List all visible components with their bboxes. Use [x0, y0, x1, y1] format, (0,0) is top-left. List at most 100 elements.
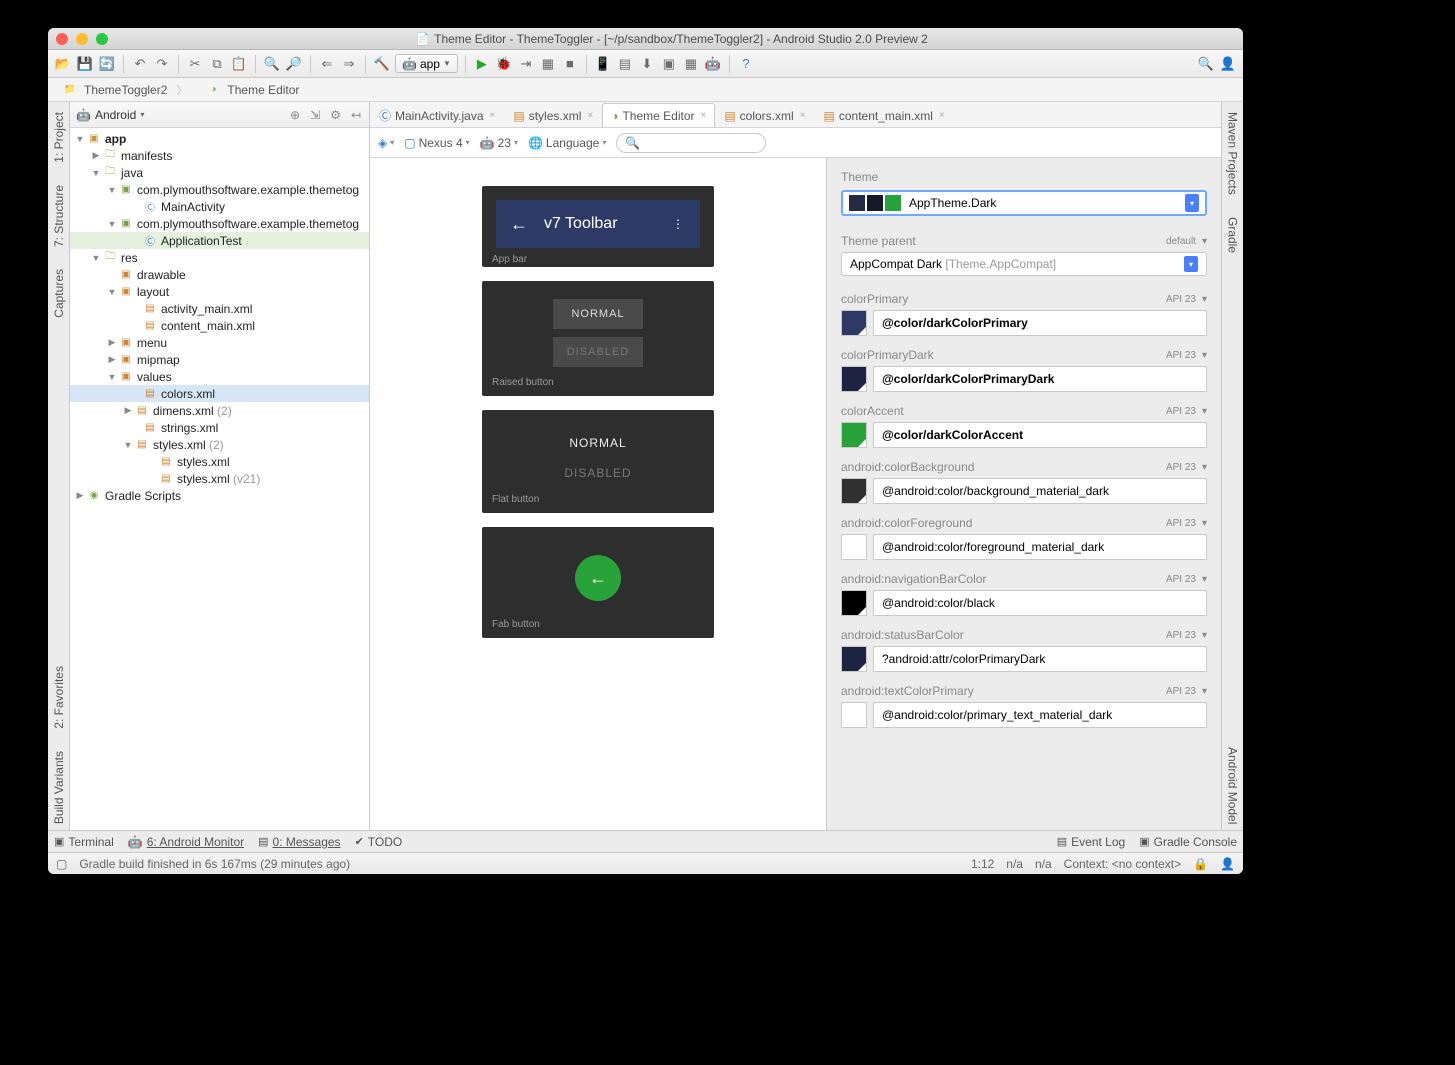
editor-tab[interactable]: ▤content_main.xml×: [815, 103, 954, 127]
paste-icon[interactable]: 📋: [230, 55, 248, 73]
close-icon[interactable]: ×: [700, 110, 706, 121]
build-icon[interactable]: 🔨: [373, 55, 391, 73]
hector-icon[interactable]: 👤: [1220, 857, 1235, 871]
find-icon[interactable]: 🔍: [263, 55, 281, 73]
tab-android-model[interactable]: Android Model: [1224, 741, 1242, 830]
theme-attribute-row: android:colorBackgroundAPI 23▾@android:c…: [841, 460, 1207, 504]
color-swatch[interactable]: [841, 590, 867, 616]
close-icon[interactable]: ×: [800, 110, 806, 121]
color-swatch[interactable]: [841, 646, 867, 672]
color-swatch[interactable]: [841, 702, 867, 728]
save-icon[interactable]: 💾: [76, 55, 94, 73]
close-icon[interactable]: ×: [939, 110, 945, 121]
chevron-down-icon[interactable]: ▾: [1202, 574, 1207, 585]
target-icon[interactable]: ⊕: [290, 108, 300, 122]
open-icon[interactable]: 📂: [54, 55, 72, 73]
user-icon[interactable]: 👤: [1219, 55, 1237, 73]
sdk-icon[interactable]: ▤: [616, 55, 634, 73]
chevron-down-icon[interactable]: ▾: [1202, 406, 1207, 417]
color-swatch[interactable]: [841, 310, 867, 336]
run-icon[interactable]: ▶: [473, 55, 491, 73]
device-selector[interactable]: ▢Nexus 4▾: [404, 136, 469, 150]
attr-value-input[interactable]: ?android:attr/colorPrimaryDark: [873, 646, 1207, 672]
file-icon: ▤: [724, 109, 735, 123]
help-icon[interactable]: ?: [737, 55, 755, 73]
view-selector[interactable]: 🤖Android ▾: [76, 108, 144, 122]
crumb-project[interactable]: 📁ThemeToggler2: [54, 80, 195, 100]
close-window-button[interactable]: [56, 33, 68, 45]
preview-search[interactable]: 🔍: [616, 133, 766, 153]
attr-value-input[interactable]: @android:color/foreground_material_dark: [873, 534, 1207, 560]
tab-terminal[interactable]: ▣ Terminal: [54, 835, 114, 849]
tab-gradle-console[interactable]: ▣ Gradle Console: [1139, 835, 1237, 849]
chevron-down-icon[interactable]: ▾: [1202, 462, 1207, 473]
attr-value-input[interactable]: @color/darkColorAccent: [873, 422, 1207, 448]
search-icon[interactable]: 🔍: [1197, 55, 1215, 73]
attach-icon[interactable]: ⇥: [517, 55, 535, 73]
run-target-selector[interactable]: 🤖 app ▼: [395, 54, 458, 73]
debug-icon[interactable]: 🐞: [495, 55, 513, 73]
forward-icon[interactable]: ⇒: [340, 55, 358, 73]
project-tree[interactable]: ▼▣app ▶🗀manifests ▼🗀java ▼▣com.plymouths…: [70, 128, 369, 830]
color-swatch[interactable]: [841, 478, 867, 504]
editor-tab[interactable]: ⒸMainActivity.java×: [370, 103, 504, 127]
ddms-icon[interactable]: ⬇: [638, 55, 656, 73]
tab-messages[interactable]: ▤ 0: Messages: [258, 835, 340, 849]
lock-icon[interactable]: 🔒: [1193, 857, 1208, 871]
cut-icon[interactable]: ✂: [186, 55, 204, 73]
avd-icon[interactable]: 📱: [594, 55, 612, 73]
color-swatch[interactable]: [841, 534, 867, 560]
replace-icon[interactable]: 🔎: [285, 55, 303, 73]
stop-icon[interactable]: ■: [561, 55, 579, 73]
chevron-down-icon[interactable]: ▾: [1202, 294, 1207, 305]
chevron-down-icon[interactable]: ▾: [1202, 518, 1207, 529]
undo-icon[interactable]: ↶: [131, 55, 149, 73]
theme-selector[interactable]: AppTheme.Dark ▾: [841, 190, 1207, 216]
monitor-icon[interactable]: ▣: [660, 55, 678, 73]
tab-captures[interactable]: Captures: [50, 263, 68, 324]
tab-structure[interactable]: 7: Structure: [50, 179, 68, 253]
tab-event-log[interactable]: ▤ Event Log: [1057, 835, 1125, 849]
tab-project[interactable]: 1: Project: [50, 106, 68, 169]
editor-tab[interactable]: ▤styles.xml×: [504, 103, 602, 127]
hide-icon[interactable]: ↤: [351, 108, 361, 122]
zoom-window-button[interactable]: [96, 33, 108, 45]
attr-value-input[interactable]: @android:color/primary_text_material_dar…: [873, 702, 1207, 728]
back-icon[interactable]: ⇐: [318, 55, 336, 73]
orient-icon[interactable]: ◈▾: [378, 136, 394, 150]
crumb-editor[interactable]: ◑Theme Editor: [197, 81, 316, 99]
editor-tab[interactable]: ◑Theme Editor×: [602, 103, 715, 127]
parent-theme-selector[interactable]: AppCompat Dark [Theme.AppCompat] ▾: [841, 252, 1207, 276]
tab-build-variants[interactable]: Build Variants: [50, 745, 68, 830]
layout-icon[interactable]: ▦: [682, 55, 700, 73]
chevron-down-icon[interactable]: ▾: [1202, 686, 1207, 697]
color-swatch[interactable]: [841, 422, 867, 448]
attr-value-input[interactable]: @android:color/black: [873, 590, 1207, 616]
chevron-down-icon[interactable]: ▾: [1202, 236, 1207, 247]
tab-todo[interactable]: ✔ TODO: [355, 835, 403, 849]
attr-value-input[interactable]: @color/darkColorPrimaryDark: [873, 366, 1207, 392]
minimize-window-button[interactable]: [76, 33, 88, 45]
tab-favorites[interactable]: 2: Favorites: [50, 660, 68, 735]
color-swatch[interactable]: [841, 366, 867, 392]
tab-android-monitor[interactable]: 🤖 6: Android Monitor: [128, 835, 244, 849]
close-icon[interactable]: ×: [587, 110, 593, 121]
api-selector[interactable]: 🤖23▾: [480, 136, 518, 150]
android-icon[interactable]: 🤖: [704, 55, 722, 73]
profile-icon[interactable]: ▦: [539, 55, 557, 73]
attr-value-input[interactable]: @android:color/background_material_dark: [873, 478, 1207, 504]
sync-icon[interactable]: 🔄: [98, 55, 116, 73]
redo-icon[interactable]: ↷: [153, 55, 171, 73]
close-icon[interactable]: ×: [490, 110, 496, 121]
editor-tab[interactable]: ▤colors.xml×: [715, 103, 814, 127]
chevron-down-icon[interactable]: ▾: [1202, 350, 1207, 361]
attr-key: android:navigationBarColor: [841, 572, 986, 586]
collapse-icon[interactable]: ⇲: [310, 108, 320, 122]
settings-icon[interactable]: ⚙: [330, 108, 341, 122]
attr-value-input[interactable]: @color/darkColorPrimary: [873, 310, 1207, 336]
locale-selector[interactable]: 🌐Language▾: [528, 136, 606, 150]
copy-icon[interactable]: ⧉: [208, 55, 226, 73]
tab-gradle[interactable]: Gradle: [1224, 211, 1242, 259]
tab-maven[interactable]: Maven Projects: [1224, 106, 1242, 201]
chevron-down-icon[interactable]: ▾: [1202, 630, 1207, 641]
